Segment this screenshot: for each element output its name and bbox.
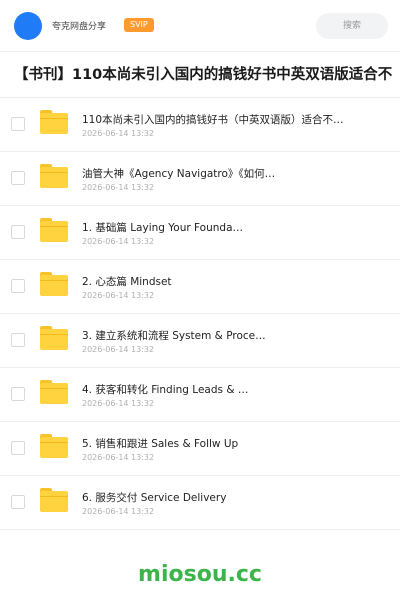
file-date: 2026-06-14 13:32 — [82, 507, 155, 516]
file-date: 2026-06-14 13:32 — [82, 291, 155, 300]
checkbox[interactable] — [11, 279, 25, 293]
checkbox[interactable] — [11, 441, 25, 455]
folder-icon — [40, 488, 68, 512]
file-date: 2026-06-14 13:32 — [82, 453, 155, 462]
checkbox[interactable] — [11, 495, 25, 509]
file-name[interactable]: 6. 服务交付 Service Delivery — [82, 490, 362, 505]
folder-icon — [40, 380, 68, 404]
file-name[interactable]: 110本尚未引入国内的搞钱好书（中英双语版）适合不… — [82, 112, 362, 127]
file-row[interactable]: 3. 建立系统和流程 System & Proce… 2026-06-14 13… — [0, 314, 400, 368]
file-name[interactable]: 5. 销售和跟进 Sales & Follw Up — [82, 436, 362, 451]
checkbox[interactable] — [11, 387, 25, 401]
checkbox[interactable] — [11, 117, 25, 131]
file-name[interactable]: 油管大神《Agency Navigatro》《如何… — [82, 166, 362, 181]
folder-icon — [40, 326, 68, 350]
file-date: 2026-06-14 13:32 — [82, 183, 155, 192]
folder-icon — [40, 218, 68, 242]
file-name[interactable]: 3. 建立系统和流程 System & Proce… — [82, 328, 362, 343]
file-list: 110本尚未引入国内的搞钱好书（中英双语版）适合不… 2026-06-14 13… — [0, 98, 400, 530]
checkbox[interactable] — [11, 333, 25, 347]
checkbox[interactable] — [11, 171, 25, 185]
username: 夸克网盘分享 — [52, 22, 107, 32]
search-input[interactable]: 搜索 — [316, 13, 388, 39]
file-row[interactable]: 2. 心态篇 Mindset 2026-06-14 13:32 — [0, 260, 400, 314]
folder-icon — [40, 434, 68, 458]
share-title: 【书刊】110本尚未引入国内的搞钱好书中英双语版适合不 — [0, 52, 400, 98]
folder-icon — [40, 272, 68, 296]
file-row[interactable]: 5. 销售和跟进 Sales & Follw Up 2026-06-14 13:… — [0, 422, 400, 476]
vip-badge: SVIP — [124, 18, 154, 32]
file-row[interactable]: 4. 获客和转化 Finding Leads & … 2026-06-14 13… — [0, 368, 400, 422]
file-date: 2026-06-14 13:32 — [82, 129, 155, 138]
file-name[interactable]: 2. 心态篇 Mindset — [82, 274, 362, 289]
file-row[interactable]: 油管大神《Agency Navigatro》《如何… 2026-06-14 13… — [0, 152, 400, 206]
header-bar: 夸克网盘分享 SVIP 搜索 — [0, 0, 400, 52]
file-row[interactable]: 1. 基础篇 Laying Your Founda… 2026-06-14 13… — [0, 206, 400, 260]
watermark: miosou.cc — [138, 562, 262, 587]
file-date: 2026-06-14 13:32 — [82, 237, 155, 246]
avatar[interactable] — [14, 12, 42, 40]
folder-icon — [40, 164, 68, 188]
file-date: 2026-06-14 13:32 — [82, 345, 155, 354]
file-date: 2026-06-14 13:32 — [82, 399, 155, 408]
checkbox[interactable] — [11, 225, 25, 239]
file-row[interactable]: 110本尚未引入国内的搞钱好书（中英双语版）适合不… 2026-06-14 13… — [0, 98, 400, 152]
file-name[interactable]: 1. 基础篇 Laying Your Founda… — [82, 220, 362, 235]
file-name[interactable]: 4. 获客和转化 Finding Leads & … — [82, 382, 362, 397]
file-row[interactable]: 6. 服务交付 Service Delivery 2026-06-14 13:3… — [0, 476, 400, 530]
folder-icon — [40, 110, 68, 134]
